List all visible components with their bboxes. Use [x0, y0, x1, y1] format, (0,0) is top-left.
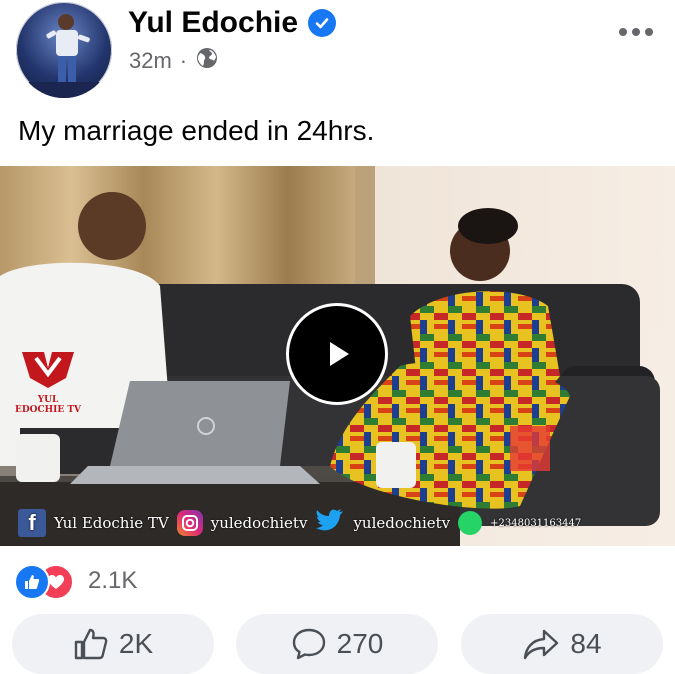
- author-name[interactable]: Yul Edochie: [128, 6, 298, 40]
- comment-icon: [292, 628, 325, 660]
- share-arrow-icon: [524, 629, 559, 660]
- instagram-icon: [176, 510, 203, 536]
- whatsapp-icon: [458, 511, 483, 535]
- globe-icon: [195, 46, 219, 76]
- channel-logo-text: YUL EDOCHIE TV: [14, 395, 82, 415]
- channel-logo: YUL EDOCHIE TV: [14, 348, 82, 415]
- verified-badge-icon: [308, 9, 337, 37]
- post-time[interactable]: 32m: [129, 48, 172, 74]
- post-header: Yul Edochie 32m ·: [0, 0, 675, 100]
- watermark-instagram-handle: yuledochietv: [210, 514, 308, 532]
- video-watermark: f Yul Edochie TV yuledochietv yuledochie…: [18, 505, 581, 541]
- reactions-summary[interactable]: 2.1K: [14, 564, 138, 600]
- play-button[interactable]: [286, 303, 388, 405]
- post-text: My marriage ended in 24hrs.: [18, 115, 375, 146]
- share-button[interactable]: 84: [461, 614, 663, 674]
- like-reaction-icon: [14, 564, 50, 600]
- more-dot: [645, 28, 653, 36]
- channel-logo-mark: [22, 352, 74, 388]
- play-icon: [330, 342, 349, 366]
- avatar-figure: [16, 14, 112, 98]
- facebook-icon: f: [18, 509, 46, 537]
- like-button[interactable]: 2K: [12, 614, 214, 674]
- post-actions: 2K 270 84: [12, 614, 663, 674]
- watermark-phone: +2348031163447: [490, 517, 582, 529]
- thumbs-up-icon: [74, 628, 108, 660]
- reaction-count: 2.1K: [88, 567, 138, 594]
- twitter-icon: [315, 507, 345, 540]
- more-dot: [619, 28, 627, 36]
- comment-button[interactable]: 270: [236, 614, 438, 674]
- watermark-twitter-handle: yuledochietv: [353, 514, 451, 532]
- more-options-button[interactable]: [619, 28, 653, 36]
- author-avatar[interactable]: [16, 2, 112, 98]
- comment-count: 270: [336, 628, 384, 659]
- more-dot: [632, 28, 640, 36]
- reaction-icons: [14, 564, 84, 600]
- like-count: 2K: [118, 628, 154, 659]
- watermark-facebook-handle: Yul Edochie TV: [54, 514, 169, 532]
- post-meta: 32m ·: [129, 46, 219, 76]
- share-count: 84: [570, 628, 602, 659]
- meta-separator: ·: [179, 48, 188, 73]
- author-name-row[interactable]: Yul Edochie: [128, 6, 337, 40]
